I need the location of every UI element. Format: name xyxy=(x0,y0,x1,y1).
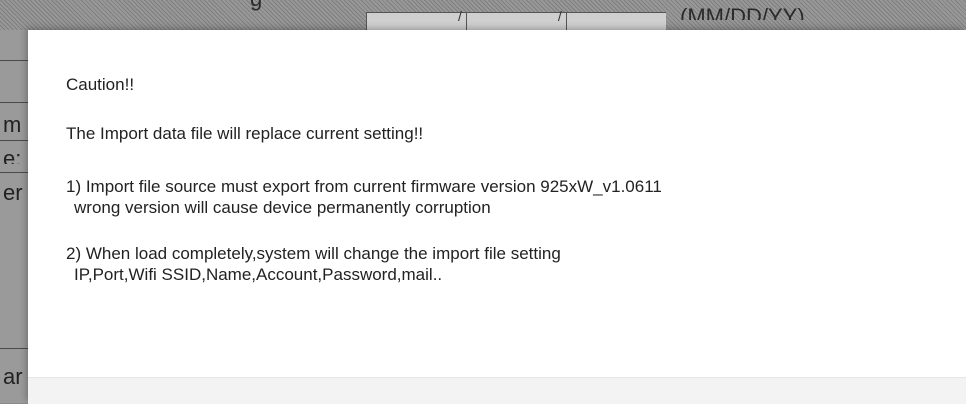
background-month-field xyxy=(366,12,466,30)
background-date-format-label: (MM/DD/YY) xyxy=(680,6,805,20)
background-left-column: m e: er ar xyxy=(0,30,28,403)
dialog-body: Caution!! The Import data file will repl… xyxy=(66,74,946,285)
background-date-fields: / / xyxy=(366,8,666,30)
background-day-field xyxy=(465,12,566,30)
dialog-spacer xyxy=(66,218,946,243)
background-title-fragment: g xyxy=(250,0,262,12)
background-label-fragment: ar xyxy=(3,366,23,388)
dialog-warning: The Import data file will replace curren… xyxy=(66,124,424,143)
dialog-item-2-line-1: 2) When load completely,system will chan… xyxy=(66,244,561,263)
background-row-divider xyxy=(0,140,28,141)
background-label-fragment: er xyxy=(3,182,23,204)
background-label-fragment: m xyxy=(3,114,22,136)
background-year-field xyxy=(565,12,666,30)
dialog-title: Caution!! xyxy=(66,75,135,94)
background-row-divider xyxy=(0,172,28,173)
background-row-divider xyxy=(0,348,28,349)
background-label-fragment: e: xyxy=(3,148,22,164)
background-row-divider xyxy=(0,60,28,61)
background-date-separator: / xyxy=(458,8,462,24)
background-date-separator: / xyxy=(557,8,562,24)
dialog-item-1-line-2: wrong version will cause device permanen… xyxy=(74,198,491,217)
dialog-item-1-line-1: 1) Import file source must export from c… xyxy=(66,177,662,196)
background-row-divider xyxy=(0,102,28,103)
caution-dialog: Caution!! The Import data file will repl… xyxy=(28,30,966,404)
dialog-item-2-line-2: IP,Port,Wifi SSID,Name,Account,Password,… xyxy=(74,265,443,284)
dialog-footer xyxy=(28,377,966,404)
